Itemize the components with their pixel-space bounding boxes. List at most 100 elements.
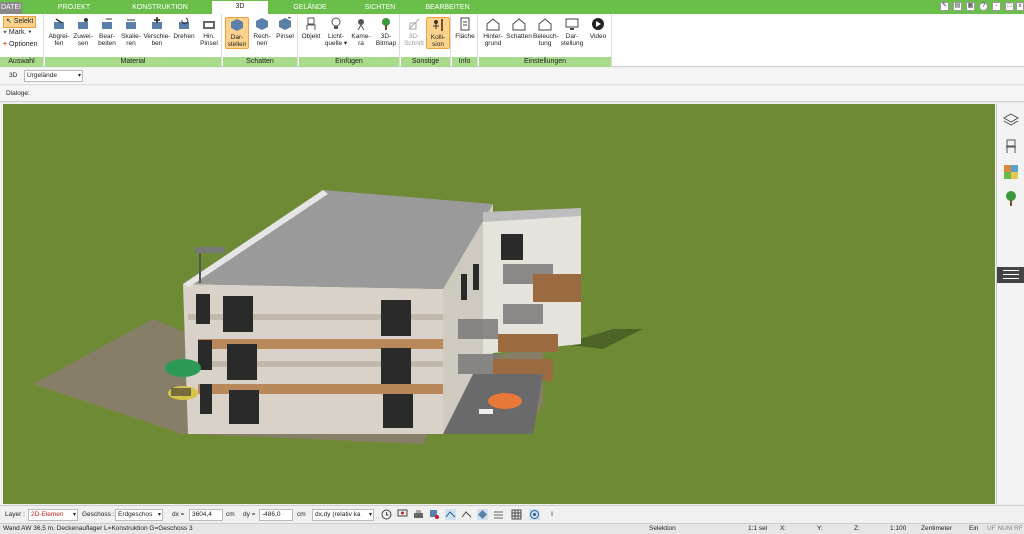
cube-icon [256, 18, 268, 30]
ribbon: ↖ Selekt ⌖ Mark. ▾ + Optionen Auswahl Ab… [0, 14, 1024, 67]
status-scale: 1:100 [890, 525, 907, 532]
group-einstellungen: Hinter- grund Schatten Beleuch- tung Dar… [479, 14, 612, 67]
scale-icon [126, 19, 136, 29]
layer-settings-icon[interactable] [429, 509, 440, 520]
rotate-icon [179, 17, 189, 29]
eyedropper-icon [54, 18, 64, 29]
schatten-settings-button[interactable]: Schatten [506, 17, 532, 40]
chair-icon[interactable] [1003, 138, 1019, 154]
printer-icon[interactable] [413, 509, 424, 520]
mark-button[interactable]: ⌖ Mark. ▾ [3, 28, 31, 38]
group-label-material: Material [45, 57, 221, 67]
sidebar-collapse-handle[interactable] [997, 267, 1024, 283]
objekt-button[interactable]: Objekt [299, 17, 323, 40]
dy-input[interactable]: -486,0 [259, 509, 293, 521]
maximize-icon[interactable]: □ [1005, 2, 1014, 11]
mark-icon: ⌖ [3, 29, 7, 36]
print-icon[interactable]: ▦ [966, 2, 975, 11]
hatch-icon[interactable] [493, 509, 504, 520]
kollision-button[interactable]: Kolli- sion [426, 17, 450, 49]
status-y: Y: [817, 525, 823, 532]
status-mode: Selektion [649, 525, 676, 532]
bearbeiten-button[interactable]: Bear- beiten [95, 17, 119, 47]
tab-konstruktion[interactable]: KONSTRUKTION [125, 2, 195, 14]
pinsel-button[interactable]: Pinsel [273, 17, 297, 40]
chair-icon [306, 17, 316, 30]
dy-unit: cm [297, 511, 306, 518]
abgreifen-button[interactable]: Abgrei- fen [47, 17, 71, 47]
coordinate-mode-select[interactable]: dx,dy (relativ ka ▾ [312, 509, 374, 521]
terrain-select[interactable]: Urgelände ▾ [24, 70, 83, 82]
monitor-icon[interactable] [397, 509, 408, 520]
monitor-icon [565, 18, 579, 30]
group-label-einstellungen: Einstellungen [479, 57, 611, 67]
more-options-icon[interactable]: ⁝ [551, 509, 553, 521]
group-material: Abgrei- fen Zuwei- sen Bear- beiten Skal… [45, 14, 222, 67]
tab-3d[interactable]: 3D [212, 1, 268, 14]
tab-projekt[interactable]: PROJEKT [50, 2, 98, 14]
optionen-button[interactable]: + Optionen [3, 40, 37, 50]
status-ein: Ein [969, 525, 979, 532]
verschieben-button[interactable]: Verschie- ben [143, 17, 171, 47]
lichtquelle-button[interactable]: Licht- quelle ▾ [324, 17, 348, 47]
drehen-button[interactable]: Drehen [172, 17, 196, 40]
layer-label: Layer : [5, 511, 25, 518]
clock-icon[interactable] [381, 509, 392, 520]
zuweisen-button[interactable]: Zuwei- sen [71, 17, 95, 47]
group-label-schatten: Schatten [223, 57, 297, 67]
rotation-icon[interactable] [529, 509, 540, 520]
3d-bitmap-button[interactable]: 3D- Bitmap [374, 17, 398, 47]
video-button[interactable]: Video [586, 17, 610, 40]
tree-icon[interactable] [1003, 190, 1019, 206]
brush-icon [279, 17, 292, 30]
layers-icon[interactable] [1003, 112, 1019, 128]
view-mode-label: 3D [9, 72, 18, 79]
snap-line-icon[interactable] [445, 509, 456, 520]
group-sonstige: 3D- Schnitt Kolli- sion Sonstige [401, 14, 451, 67]
flaeche-button[interactable]: Fläche [453, 17, 477, 40]
snap-angle-icon[interactable] [461, 509, 472, 520]
3d-schnitt-button[interactable]: 3D- Schnitt [402, 17, 426, 47]
help-icon[interactable]: ? [979, 2, 988, 11]
status-bar: Wand AW 36,5 m. Deckenauflager L=Konstru… [0, 523, 1024, 534]
tab-sichten[interactable]: SICHTEN [355, 2, 405, 14]
grid-icon[interactable] [511, 509, 522, 520]
cursor-icon: ↖ [6, 18, 12, 25]
material-palette-icon[interactable] [1003, 164, 1019, 180]
skalieren-button[interactable]: Skalie- ren [119, 17, 143, 47]
beleuchtung-button[interactable]: Beleuch- tung [533, 17, 559, 47]
group-label-einfuegen: Einfügen [299, 57, 399, 67]
selekt-button[interactable]: ↖ Selekt [3, 16, 37, 28]
tab-gelaende[interactable]: GELÄNDE [285, 2, 335, 14]
layer-select[interactable]: 2D-Elemen ▾ [28, 509, 78, 521]
snap-plane-icon[interactable] [477, 509, 488, 520]
group-label-info: Info [452, 57, 477, 67]
move-icon [152, 17, 162, 29]
tab-bearbeiten[interactable]: BEARBEITEN [420, 2, 475, 14]
kamera-button[interactable]: Kame- ra [349, 17, 373, 47]
geschoss-select[interactable]: Erdgeschos ▾ [115, 509, 163, 521]
dx-input[interactable]: 3604,4 [189, 509, 223, 521]
3d-viewport[interactable] [3, 104, 995, 504]
darstellung-button[interactable]: Dar- stellung [560, 17, 584, 47]
hin-pinsel-button[interactable]: Hin. Pinsel [197, 17, 221, 47]
status-selection-count: 1:1 sel [748, 525, 768, 532]
copy-icon[interactable]: ▤ [953, 2, 962, 11]
darstellen-button[interactable]: Dar- stellen [225, 17, 249, 49]
tab-datei[interactable]: DATEI [0, 2, 22, 14]
chevron-down-icon: ▾ [157, 512, 161, 518]
hintergrund-button[interactable]: Hinter- grund [481, 17, 505, 47]
status-z: Z: [854, 525, 860, 532]
camera-icon [357, 19, 365, 31]
status-flags: UF NUM RF [987, 525, 1023, 532]
dialog-bar: Dialoge: [0, 86, 1024, 102]
house-icon [486, 18, 500, 31]
close-icon[interactable]: x [1016, 2, 1024, 11]
minimize-icon[interactable]: - [992, 2, 1001, 11]
area-icon [460, 17, 470, 31]
rechnen-button[interactable]: Rech- nen [250, 17, 274, 47]
pen-icon[interactable]: ✎ [940, 2, 949, 11]
dy-label: dy = [243, 511, 256, 518]
geschoss-label: Geschoss : [82, 511, 115, 518]
group-label-auswahl: Auswahl [0, 57, 43, 67]
